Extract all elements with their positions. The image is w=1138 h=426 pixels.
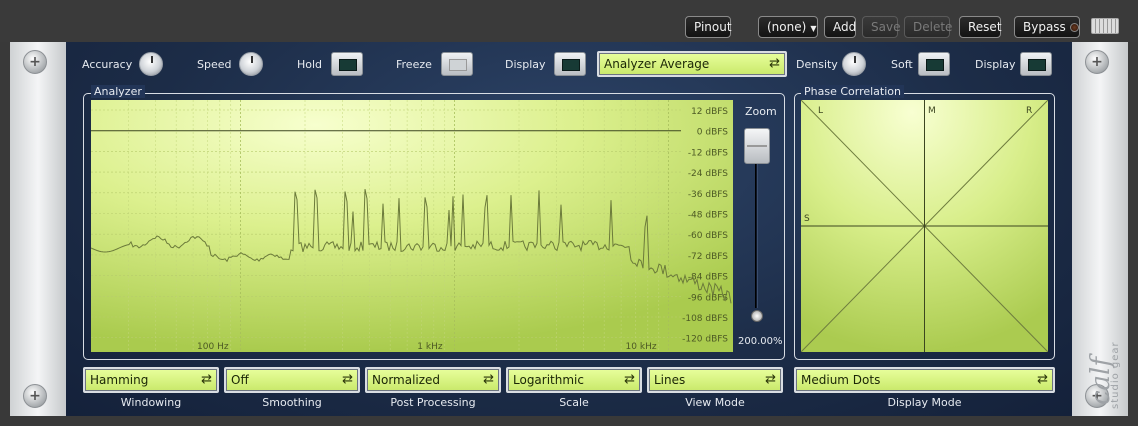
display-label: Display (505, 58, 546, 71)
freq-tick-label: 10 kHz (626, 342, 657, 352)
db-tick-label: -48 dBFS (688, 211, 728, 221)
spectrum-display: 12 dBFS 0 dBFS -12 dBFS -24 dBFS -36 dBFS -48… (91, 100, 733, 352)
reset-button[interactable]: Reset (959, 16, 1002, 38)
db-tick-label: 12 dBFS (691, 107, 728, 117)
save-preset-button[interactable]: Save (862, 16, 900, 38)
delete-preset-button[interactable]: Delete (904, 16, 952, 38)
screw-icon (23, 384, 47, 408)
soft-toggle[interactable] (918, 52, 950, 76)
smoothing-select[interactable]: Off ⇄ (224, 367, 360, 393)
display-mode-select[interactable]: Medium Dots ⇄ (794, 367, 1055, 393)
gonio-label-s: S (804, 214, 810, 224)
zoom-value: 200.00% (738, 336, 783, 347)
goniometer-display: L M R S (801, 100, 1048, 352)
analyzer-title: Analyzer (91, 85, 145, 98)
view-mode-select[interactable]: Lines ⇄ (647, 367, 783, 393)
db-tick-label: -36 dBFS (688, 190, 728, 200)
preset-value: (none) (767, 20, 807, 34)
display-mode-label: Display Mode (887, 396, 962, 409)
swap-arrows-icon: ⇄ (624, 372, 635, 387)
screw-icon (1085, 50, 1109, 74)
db-tick-label: -72 dBFS (688, 252, 728, 262)
swap-arrows-icon: ⇄ (769, 56, 780, 71)
zoom-reset-icon[interactable] (751, 310, 763, 322)
swap-arrows-icon: ⇄ (342, 372, 353, 387)
post-processing-label: Post Processing (390, 396, 476, 409)
db-tick-label: -12 dBFS (688, 148, 728, 158)
freq-tick-label: 100 Hz (197, 342, 229, 352)
display-toggle[interactable] (554, 52, 586, 76)
gonio-label-r: R (1026, 106, 1032, 116)
bypass-button[interactable]: Bypass (1014, 16, 1080, 38)
windowing-label: Windowing (120, 396, 182, 409)
scale-select[interactable]: Logarithmic ⇄ (506, 367, 642, 393)
analyzer-mode-select[interactable]: Analyzer Average ⇄ (597, 51, 787, 77)
chevron-down-icon: ▼ (810, 24, 817, 33)
db-tick-label: -120 dBFS (682, 335, 728, 345)
rack-ear-left (10, 42, 66, 416)
brand-logo: calf studio gear (1086, 277, 1126, 412)
view-mode-value: Lines (654, 373, 686, 387)
density-knob[interactable] (842, 52, 866, 76)
display2-label: Display (975, 58, 1016, 71)
hold-label: Hold (297, 58, 323, 71)
screw-icon (23, 50, 47, 74)
spectrum-graph: 12 dBFS 0 dBFS -12 dBFS -24 dBFS -36 dBFS -48… (91, 100, 733, 352)
freeze-toggle[interactable] (441, 52, 473, 76)
speed-label: Speed (197, 58, 232, 71)
swap-arrows-icon: ⇄ (201, 372, 212, 387)
scale-value: Logarithmic (513, 373, 584, 387)
smoothing-label: Smoothing (262, 396, 322, 409)
db-tick-label: -24 dBFS (688, 169, 728, 179)
db-tick-label: -60 dBFS (688, 231, 728, 241)
phase-title: Phase Correlation (801, 85, 904, 98)
scale-label: Scale (559, 396, 589, 409)
pinout-button[interactable]: Pinout (685, 16, 732, 38)
preset-dropdown[interactable]: (none) ▼ (758, 16, 818, 38)
soft-label: Soft (891, 58, 913, 71)
zoom-slider-handle[interactable] (744, 128, 770, 164)
keyboard-icon[interactable] (1091, 18, 1119, 34)
display-mode-value: Medium Dots (801, 373, 881, 387)
post-processing-value: Normalized (372, 373, 441, 387)
db-tick-label: -108 dBFS (682, 314, 728, 324)
swap-arrows-icon: ⇄ (1037, 372, 1048, 387)
freeze-label: Freeze (396, 58, 432, 71)
gonio-label-m: M (928, 106, 936, 116)
smoothing-value: Off (231, 373, 249, 387)
bypass-label: Bypass (1023, 20, 1066, 34)
db-tick-label: 0 dBFS (697, 128, 728, 138)
windowing-value: Hamming (90, 373, 149, 387)
view-mode-label: View Mode (685, 396, 745, 409)
accuracy-label: Accuracy (82, 58, 133, 71)
display2-toggle[interactable] (1020, 52, 1052, 76)
zoom-label: Zoom (745, 105, 777, 118)
windowing-select[interactable]: Hamming ⇄ (83, 367, 219, 393)
brand-tagline: studio gear (1110, 341, 1121, 409)
swap-arrows-icon: ⇄ (765, 372, 776, 387)
freq-tick-label: 1 kHz (417, 342, 443, 352)
bypass-led-icon (1069, 23, 1079, 32)
host-toolbar: Pinout (none) ▼ Add Save Delete Reset Byp… (0, 0, 1138, 42)
density-label: Density (796, 58, 838, 71)
analyzer-panel: Accuracy Speed Hold Freeze Display Analy… (66, 42, 1072, 416)
accuracy-knob[interactable] (139, 52, 163, 76)
plugin-rack: calf studio gear Accuracy Speed Hold Fre… (10, 42, 1128, 416)
analyzer-mode-value: Analyzer Average (604, 57, 710, 71)
add-preset-button[interactable]: Add (824, 16, 856, 38)
hold-toggle[interactable] (331, 52, 363, 76)
swap-arrows-icon: ⇄ (483, 372, 494, 387)
speed-knob[interactable] (239, 52, 263, 76)
post-processing-select[interactable]: Normalized ⇄ (365, 367, 501, 393)
goniometer-graph: L M R S (801, 100, 1048, 352)
gonio-label-l: L (818, 106, 823, 116)
